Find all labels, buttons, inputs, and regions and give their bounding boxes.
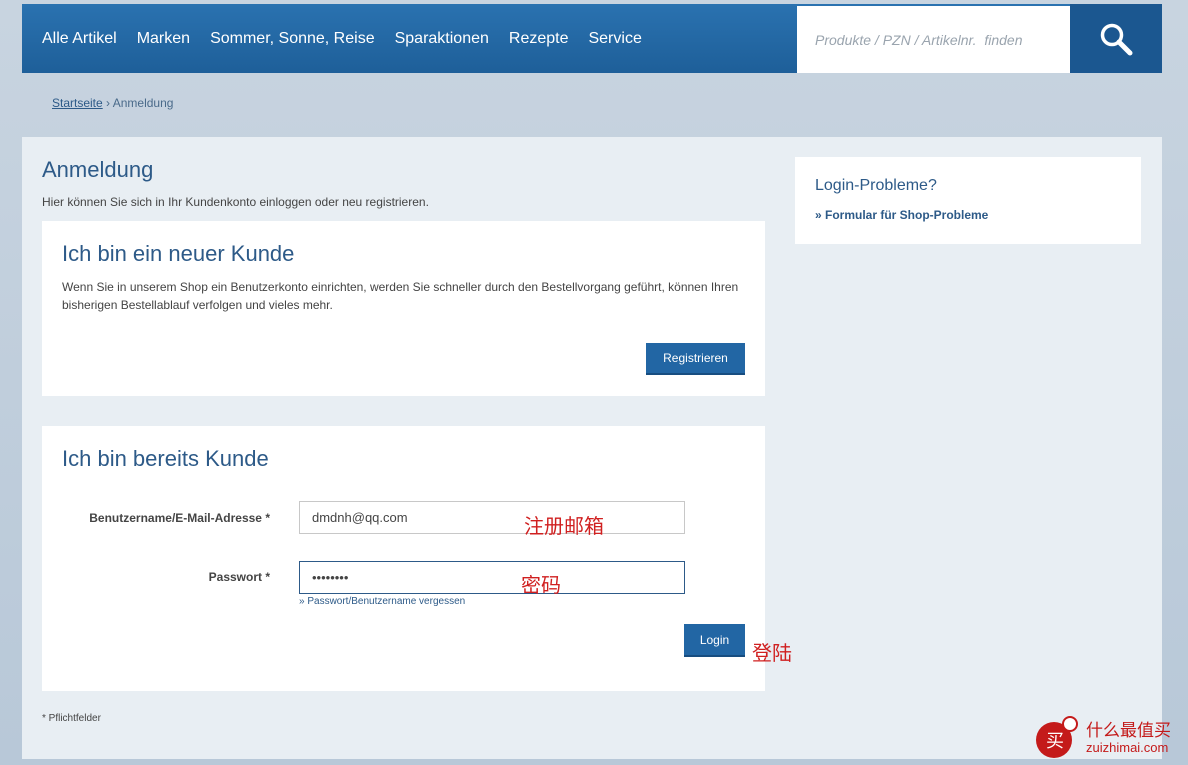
breadcrumb-current: Anmeldung [112,96,174,110]
search-button[interactable] [1070,4,1162,73]
new-customer-card: Ich bin ein neuer Kunde Wenn Sie in unse… [42,221,765,396]
nav-item-alle-artikel[interactable]: Alle Artikel [42,30,117,48]
existing-customer-heading: Ich bin bereits Kunde [62,446,269,471]
login-problems-card: Login-Probleme? » Formular für Shop-Prob… [795,157,1141,244]
search-icon [1100,23,1133,55]
watermark-line1: 什么最值买 [1086,721,1171,741]
annotation-password: 密码 [521,573,561,597]
watermark-logo: 买 什么最值买 zuizhimai.com [1032,712,1182,762]
page-intro: Hier können Sie sich in Ihr Kundenkonto … [42,195,429,209]
svg-text:买: 买 [1046,731,1064,752]
password-label: Passwort * [208,570,270,584]
breadcrumb: Startseite › Anmeldung [52,96,173,110]
register-button[interactable]: Registrieren [646,343,745,375]
nav-item-marken[interactable]: Marken [137,30,190,48]
breadcrumb-separator: › [106,96,111,110]
main-content: Anmeldung Hier können Sie sich in Ihr Ku… [22,137,1162,759]
search-input[interactable] [815,31,1070,48]
logo-icon: 买 [1036,716,1078,758]
shop-problems-form-link[interactable]: » Formular für Shop-Probleme [815,208,988,222]
top-navigation: Alle Artikel Marken Sommer, Sonne, Reise… [22,4,1162,73]
nav-item-rezepte[interactable]: Rezepte [509,30,569,48]
required-fields-note: * Pflichtfelder [42,713,101,724]
nav-menu: Alle Artikel Marken Sommer, Sonne, Reise… [22,4,662,73]
login-problems-heading: Login-Probleme? [815,177,937,194]
nav-item-sparaktionen[interactable]: Sparaktionen [395,30,489,48]
login-button[interactable]: Login [684,624,745,657]
forgot-password-link[interactable]: » Passwort/Benutzername vergessen [299,596,465,607]
annotation-email: 注册邮箱 [524,514,604,538]
nav-item-sommer[interactable]: Sommer, Sonne, Reise [210,30,375,48]
nav-item-service[interactable]: Service [588,30,641,48]
username-label: Benutzername/E-Mail-Adresse * [89,511,270,525]
new-customer-text: Wenn Sie in unserem Shop ein Benutzerkon… [62,280,739,312]
existing-customer-card: Ich bin bereits Kunde Benutzername/E-Mai… [42,426,765,691]
password-field[interactable]: •••••••• [299,561,685,594]
username-field[interactable]: dmdnh@qq.com [299,501,685,534]
page-title: Anmeldung [42,157,154,182]
breadcrumb-home-link[interactable]: Startseite [52,96,103,110]
search-box [797,6,1070,73]
watermark-line2: zuizhimai.com [1086,740,1169,755]
annotation-login: 登陆 [752,641,792,665]
new-customer-heading: Ich bin ein neuer Kunde [62,241,295,266]
